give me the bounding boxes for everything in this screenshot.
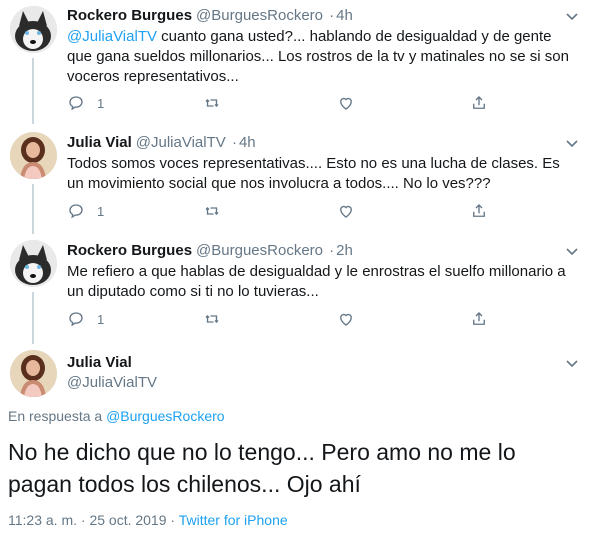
tweet-thread: Rockero Burgues @BurguesRockero · 4h @Juli…	[0, 0, 596, 538]
author-name[interactable]: Rockero Burgues	[67, 7, 192, 24]
tweet-text-content: Todos somos voces representativas.... Es…	[67, 155, 560, 192]
tweet-source-link[interactable]: Twitter for iPhone	[179, 512, 288, 528]
separator: ·	[329, 7, 335, 24]
like-button[interactable]	[337, 94, 355, 112]
share-button[interactable]	[470, 310, 488, 328]
reply-count: 1	[97, 95, 105, 111]
thread-line	[32, 184, 34, 234]
reply-count: 1	[97, 311, 105, 327]
thread-line	[32, 118, 34, 124]
tweet-header: Rockero Burgues @BurguesRockero · 4h	[67, 7, 353, 24]
tweet-text: Todos somos voces representativas.... Es…	[67, 154, 572, 194]
like-button[interactable]	[337, 202, 355, 220]
author-name[interactable]: Julia Vial	[67, 354, 132, 371]
share-icon	[473, 312, 485, 325]
reply-icon	[69, 204, 83, 219]
author-handle[interactable]: @JuliaVialTV	[136, 134, 226, 151]
tweet-timestamp[interactable]: 11:23 a. m. · 25 oct. 2019 ·	[8, 512, 179, 528]
tweet-text: @JuliaVialTV cuanto gana usted?... habla…	[67, 27, 572, 87]
avatar[interactable]	[10, 132, 57, 179]
separator: ·	[231, 134, 237, 151]
author-handle[interactable]: @BurguesRockero	[196, 242, 323, 259]
tweet-actions: 1	[67, 202, 497, 222]
reply-handle-link[interactable]: @BurguesRockero	[106, 408, 225, 424]
share-icon	[473, 204, 485, 217]
tweet-actions: 1	[67, 94, 497, 114]
avatar[interactable]	[10, 6, 57, 53]
tweet-item[interactable]: Rockero Burgues @BurguesRockero · 2h Me re…	[0, 232, 590, 344]
heart-icon	[340, 97, 352, 110]
heart-icon	[340, 313, 352, 326]
reply-context: En respuesta a @BurguesRockero	[8, 408, 225, 424]
like-button[interactable]	[337, 310, 355, 328]
tweet-text-content: Me refiero a que hablas de desigualdad y…	[67, 263, 566, 300]
woman-avatar-icon	[10, 132, 57, 179]
author-handle[interactable]: @BurguesRockero	[196, 7, 323, 24]
main-tweet-text: No he dicho que no lo tengo... Pero amo …	[8, 439, 516, 497]
chevron-down-icon[interactable]	[566, 356, 578, 371]
woman-avatar-icon	[10, 350, 57, 397]
retweet-button[interactable]	[203, 94, 221, 112]
separator: ·	[329, 242, 335, 259]
retweet-button[interactable]	[203, 310, 221, 328]
chevron-down-icon[interactable]	[566, 9, 578, 24]
tweet-header: Rockero Burgues @BurguesRockero · 2h	[67, 242, 353, 259]
reply-button[interactable]: 1	[67, 202, 104, 220]
tweet-time[interactable]: 4h	[336, 7, 353, 24]
tweet-item[interactable]: Julia Vial @JuliaVialTV · 4h Todos somos v…	[0, 118, 590, 234]
thread-line	[32, 58, 34, 122]
share-button[interactable]	[470, 202, 488, 220]
husky-avatar-icon	[10, 240, 57, 287]
thread-line	[32, 292, 34, 344]
avatar[interactable]	[10, 350, 57, 397]
author-name[interactable]: Julia Vial	[67, 134, 132, 151]
tweet-time[interactable]: 2h	[336, 242, 353, 259]
author-name[interactable]: Rockero Burgues	[67, 242, 192, 259]
tweet-time[interactable]: 4h	[239, 134, 256, 151]
share-icon	[473, 96, 485, 109]
tweet-header: Julia Vial @JuliaVialTV · 4h	[67, 134, 256, 151]
reply-prefix: En respuesta a	[8, 408, 107, 424]
reply-icon	[69, 96, 83, 111]
retweet-icon	[205, 99, 219, 107]
chevron-down-icon[interactable]	[566, 244, 578, 259]
reply-button[interactable]: 1	[67, 310, 104, 328]
retweet-button[interactable]	[203, 202, 221, 220]
author-handle[interactable]: @JuliaVialTV	[67, 374, 157, 391]
husky-avatar-icon	[10, 6, 57, 53]
tweet-actions: 1	[67, 310, 497, 330]
heart-icon	[340, 205, 352, 218]
tweet-meta: 11:23 a. m. · 25 oct. 2019 · Twitter for…	[8, 512, 288, 528]
thread-line	[32, 340, 34, 344]
avatar[interactable]	[10, 240, 57, 287]
reply-count: 1	[97, 203, 105, 219]
share-button[interactable]	[470, 94, 488, 112]
tweet-text: Me refiero a que hablas de desigualdad y…	[67, 262, 572, 302]
mention-link[interactable]: @JuliaVialTV	[67, 28, 157, 45]
reply-button[interactable]: 1	[67, 94, 104, 112]
reply-icon	[69, 312, 83, 327]
retweet-icon	[205, 315, 219, 323]
tweet-item[interactable]: Rockero Burgues @BurguesRockero · 4h @Juli…	[0, 0, 590, 122]
chevron-down-icon[interactable]	[566, 136, 578, 151]
retweet-icon	[205, 207, 219, 215]
